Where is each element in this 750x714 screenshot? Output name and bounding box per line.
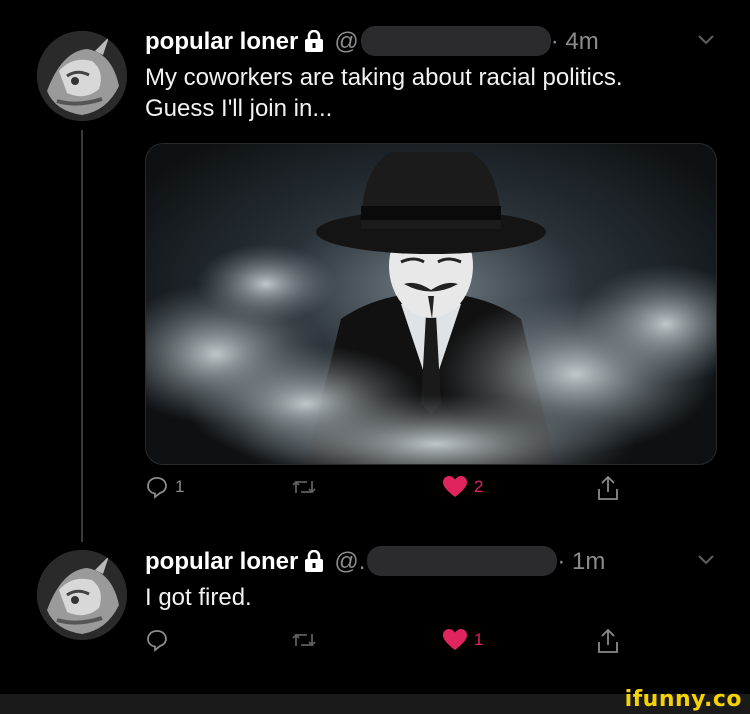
watermark-logo: ifunny.co	[624, 687, 742, 712]
user-handle[interactable]: @	[334, 28, 358, 55]
like-count: 2	[474, 477, 484, 496]
tweet-text: My coworkers are taking about racial pol…	[145, 62, 623, 124]
reply-button[interactable]: 1	[145, 475, 184, 499]
reply-icon	[147, 477, 167, 499]
tweet-header: popular loner @. · 1m	[145, 546, 605, 579]
like-button[interactable]: 1	[442, 628, 483, 652]
redacted-handle	[360, 26, 551, 56]
tweet-text: I got fired.	[145, 582, 252, 613]
like-button[interactable]: 2	[442, 475, 483, 499]
lock-icon	[304, 29, 324, 59]
redacted-handle	[367, 546, 558, 576]
chevron-down-icon[interactable]	[697, 550, 715, 571]
tweet-text-line: Guess I'll join in...	[145, 95, 333, 122]
avatar-image	[37, 31, 127, 121]
like-count: 1	[474, 630, 484, 649]
retweet-button[interactable]	[290, 475, 324, 499]
thread-connector-line	[81, 130, 83, 542]
timestamp[interactable]: · 4m	[551, 28, 599, 55]
retweet-icon	[292, 633, 316, 647]
tweet-header: popular loner @ · 4m	[145, 26, 599, 59]
avatar[interactable]	[37, 550, 127, 640]
heart-icon	[443, 629, 467, 650]
reply-button[interactable]	[145, 628, 175, 652]
retweet-icon	[292, 480, 316, 494]
chevron-down-icon[interactable]	[697, 30, 715, 51]
timestamp[interactable]: · 1m	[557, 548, 605, 575]
share-button[interactable]	[597, 628, 619, 654]
user-handle[interactable]: @.	[334, 548, 365, 575]
avatar[interactable]	[37, 31, 127, 121]
lock-icon	[304, 549, 324, 579]
reply-icon	[147, 630, 167, 652]
display-name[interactable]: popular loner	[145, 548, 298, 575]
heart-icon	[443, 476, 467, 497]
share-icon	[598, 475, 618, 500]
tweet-text-line: I got fired.	[145, 584, 252, 611]
retweet-button[interactable]	[290, 628, 324, 652]
tweet-text-line: My coworkers are taking about racial pol…	[145, 64, 623, 91]
tweet-media-image[interactable]	[145, 143, 717, 465]
share-button[interactable]	[597, 475, 619, 501]
share-icon	[598, 628, 618, 653]
avatar-image	[37, 550, 127, 640]
display-name[interactable]: popular loner	[145, 28, 298, 55]
reply-count: 1	[175, 477, 185, 496]
tweet-actions: 1 2	[145, 475, 618, 511]
tweet-actions: 1	[145, 628, 618, 664]
